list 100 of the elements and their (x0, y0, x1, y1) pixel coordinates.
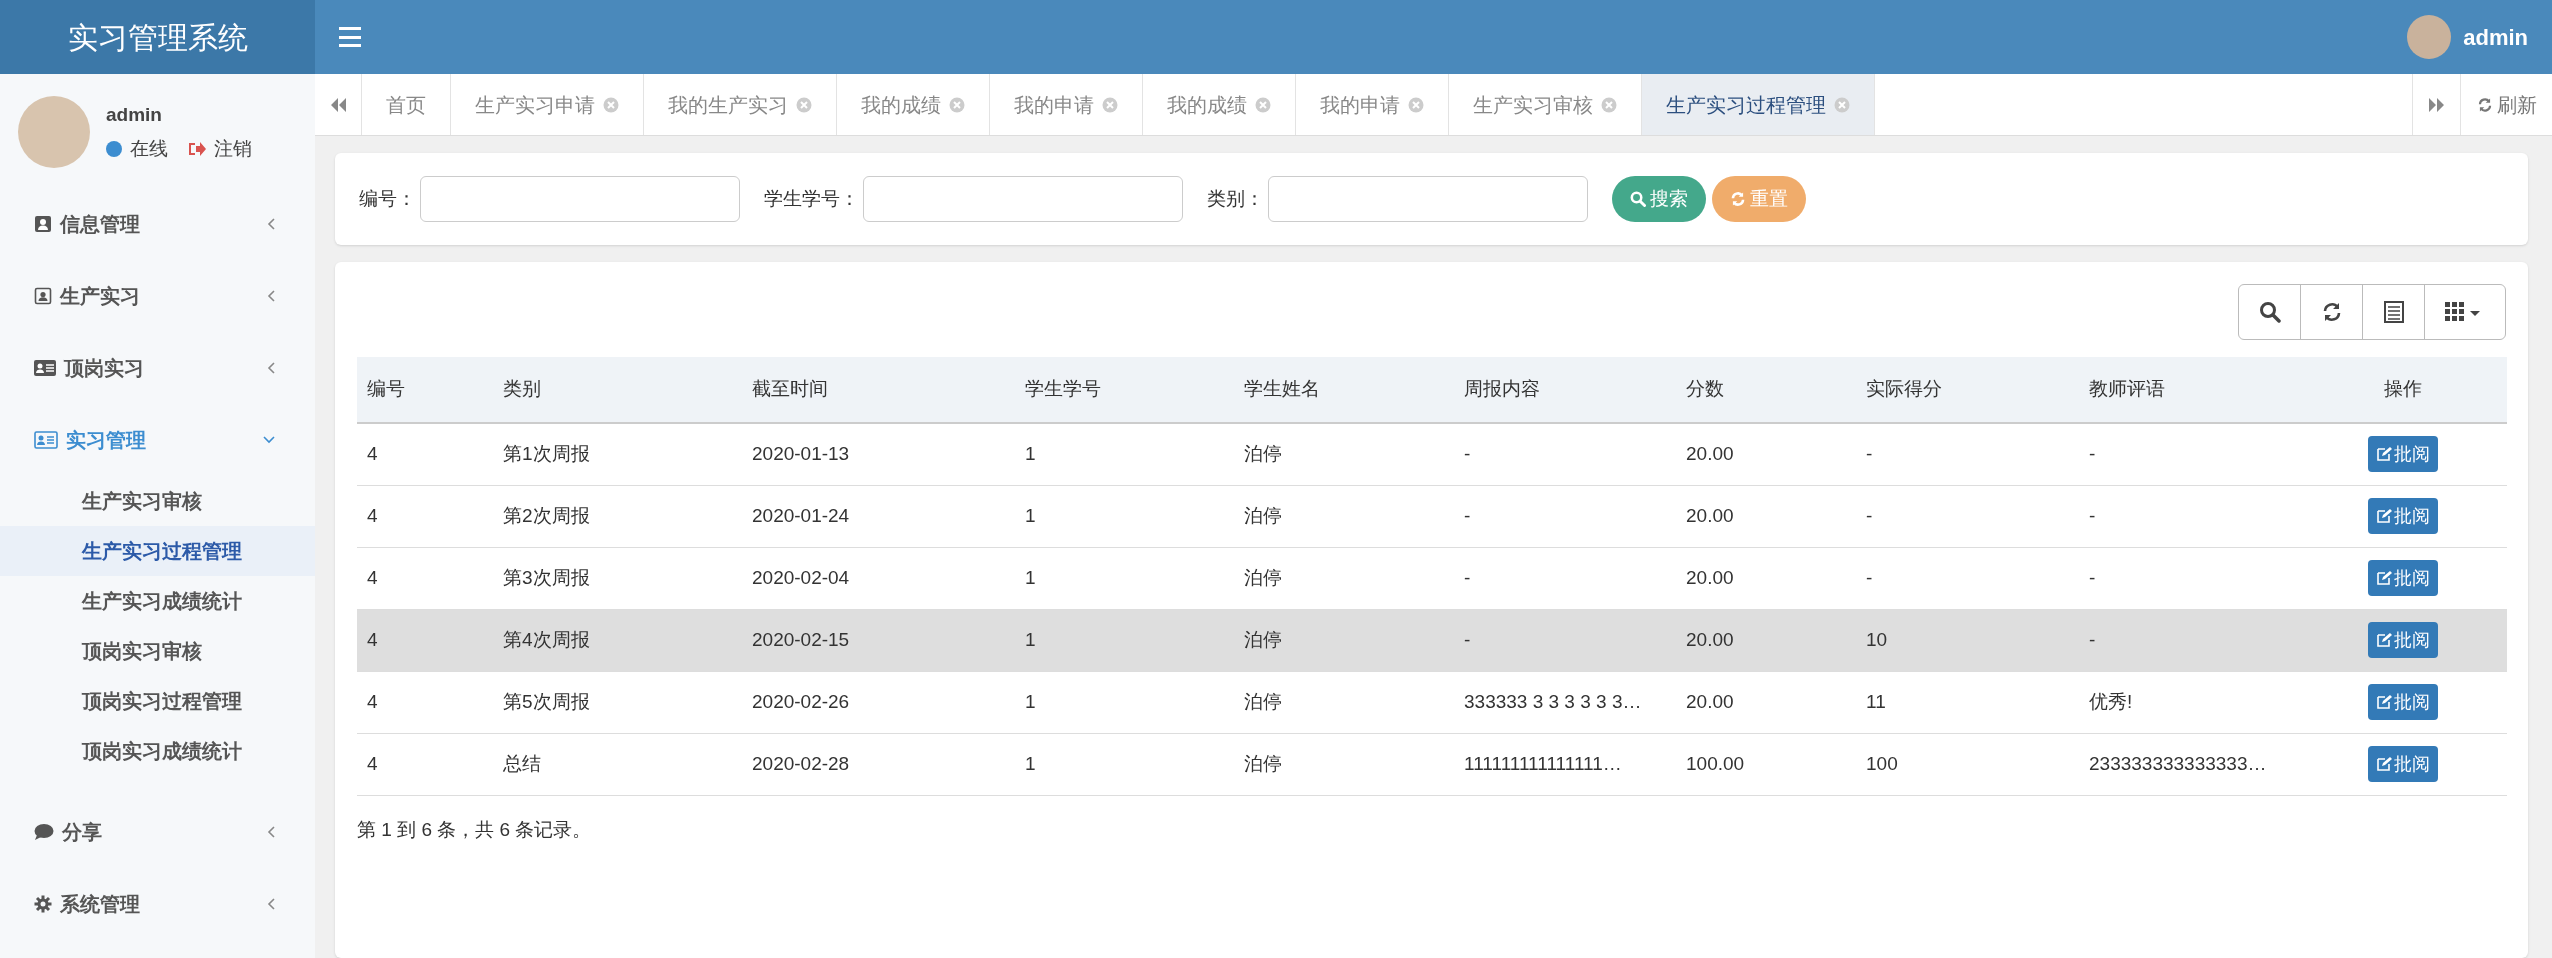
submenu-item[interactable]: 生产实习成绩统计 (0, 576, 315, 626)
sidebar-menu-item[interactable]: 分享 (0, 796, 315, 868)
pagination-info: 第 1 到 6 条，共 6 条记录。 (357, 817, 592, 842)
sidebar-username: admin (106, 102, 163, 127)
submenu-item[interactable]: 顶岗实习成绩统计 (0, 726, 315, 776)
refresh-icon (1730, 191, 1746, 207)
table-cell: - (1464, 628, 1471, 650)
gear-icon (34, 895, 52, 913)
speech-bubble-icon (34, 823, 54, 841)
close-icon[interactable] (1408, 96, 1424, 113)
column-header: 实际得分 (1856, 357, 2079, 423)
close-icon[interactable] (1102, 96, 1118, 113)
id-card-icon (34, 431, 58, 449)
column-header: 编号 (357, 357, 493, 423)
submenu-item[interactable]: 生产实习审核 (0, 476, 315, 526)
chevron-left-icon (267, 362, 275, 374)
sidebar-menu-item[interactable]: 信息管理 (0, 188, 315, 260)
logout-icon (188, 141, 206, 158)
column-header: 学生姓名 (1234, 357, 1454, 423)
sidebar-menu-item[interactable]: 实习管理 (0, 404, 315, 476)
column-header: 周报内容 (1454, 357, 1676, 423)
table-cell: 1 (1025, 628, 1036, 650)
edit-icon (2376, 632, 2392, 648)
table-cell: 第1次周报 (503, 443, 590, 464)
table-row[interactable]: 4 第1次周报 2020-01-13 1 泊停 - 20.00 - - 批阅 (357, 423, 2507, 485)
table-cell: 4 (367, 443, 378, 464)
close-icon[interactable] (1255, 96, 1271, 113)
close-icon[interactable] (1834, 96, 1850, 113)
menu-icon[interactable] (339, 27, 361, 47)
id-card-icon (34, 360, 56, 376)
field-label: 学生学号： (764, 186, 859, 211)
avatar-placeholder[interactable] (2407, 15, 2452, 59)
review-button[interactable]: 批阅 (2368, 622, 2438, 658)
table-row[interactable]: 4 第2次周报 2020-01-24 1 泊停 - 20.00 - - 批阅 (357, 485, 2507, 547)
submenu-item[interactable]: 顶岗实习审核 (0, 626, 315, 676)
table-cell: 100 (1866, 752, 1898, 774)
review-button[interactable]: 批阅 (2368, 498, 2438, 534)
sidebar-menu-item[interactable]: 系统管理 (0, 868, 315, 940)
table-cell: 2020-02-28 (752, 752, 850, 774)
header-username[interactable]: admin (2463, 20, 2528, 54)
text-input-field[interactable] (1268, 176, 1588, 222)
table-cell: - (1464, 504, 1471, 526)
chevron-left-icon (267, 290, 275, 302)
sidebar-menu-item[interactable]: 生产实习 (0, 260, 315, 332)
table-cell: 泊停 (1244, 566, 1282, 588)
table-cell: 20.00 (1686, 504, 1734, 526)
column-header: 操作 (2299, 357, 2507, 423)
edit-icon (2376, 446, 2392, 463)
review-button[interactable]: 批阅 (2368, 746, 2438, 782)
refresh-button[interactable]: 刷新 (2460, 74, 2552, 135)
tab[interactable]: 生产实习过程管理 (1642, 74, 1875, 135)
table-cell: 333333 3 3 3 3 3 3… (1464, 690, 1642, 712)
table-cell: 4 (367, 504, 378, 526)
table-cell: 优秀! (2089, 690, 2133, 712)
submenu-item[interactable]: 顶岗实习过程管理 (0, 676, 315, 726)
table-cell: 4 (367, 690, 378, 712)
table-cell: - (2089, 443, 2096, 464)
table-cell: 4 (367, 752, 378, 774)
close-icon[interactable] (796, 96, 812, 113)
close-icon[interactable] (603, 96, 619, 113)
table-cell: 2020-01-24 (752, 504, 850, 526)
review-button[interactable]: 批阅 (2368, 684, 2438, 720)
table-cell: 2020-02-15 (752, 628, 850, 650)
column-header: 分数 (1676, 357, 1856, 423)
text-input-field[interactable] (420, 176, 740, 222)
table-row[interactable]: 4 总结 2020-02-28 1 泊停 111111111111111… 100.00 100 233333333333333… 批阅 (357, 733, 2507, 795)
table-cell: 20.00 (1686, 566, 1734, 588)
review-button[interactable]: 批阅 (2368, 436, 2438, 473)
table-cell: 1 (1025, 752, 1036, 774)
table-cell: 2020-02-04 (752, 566, 850, 588)
table-cell: 泊停 (1244, 504, 1282, 526)
table-cell: 111111111111111… (1464, 752, 1622, 774)
table-cell: 第5次周报 (503, 690, 590, 712)
table-cell: 10 (1866, 628, 1888, 650)
table-cell: - (1866, 504, 1873, 526)
table-row[interactable]: 4 第5次周报 2020-02-26 1 泊停 333333 3 3 3 3 3 3… 20.00 11 优秀! 批阅 (357, 671, 2507, 733)
table-cell: 2020-01-13 (752, 443, 850, 464)
table-row[interactable]: 4 第4次周报 2020-02-15 1 泊停 - 20.00 10 - 批阅 (357, 609, 2507, 671)
submenu-item[interactable]: 生产实习过程管理 (0, 526, 315, 576)
table-cell: 泊停 (1244, 752, 1282, 774)
table-cell: - (2089, 566, 2096, 588)
table-cell: 第4次周报 (503, 628, 590, 650)
chevron-down-icon (263, 436, 275, 444)
sidebar-menu-item[interactable]: 顶岗实习 (0, 332, 315, 404)
table-cell: 泊停 (1244, 690, 1282, 712)
field-label: 类别： (1207, 186, 1264, 211)
table-cell: 4 (367, 566, 378, 588)
table-cell: 1 (1025, 443, 1036, 464)
close-icon[interactable] (949, 96, 965, 113)
edit-icon (2376, 756, 2392, 772)
column-header: 类别 (493, 357, 742, 423)
app-title: 实习管理系统 (0, 0, 315, 74)
text-input-field[interactable] (863, 176, 1183, 222)
close-icon[interactable] (1601, 96, 1617, 113)
table-cell: 20.00 (1686, 628, 1734, 650)
table-cell: - (2089, 504, 2096, 526)
logout-link[interactable]: 注销 (214, 135, 252, 164)
edit-icon (2376, 508, 2392, 524)
table-row[interactable]: 4 第3次周报 2020-02-04 1 泊停 - 20.00 - - 批阅 (357, 547, 2507, 609)
review-button[interactable]: 批阅 (2368, 560, 2438, 596)
